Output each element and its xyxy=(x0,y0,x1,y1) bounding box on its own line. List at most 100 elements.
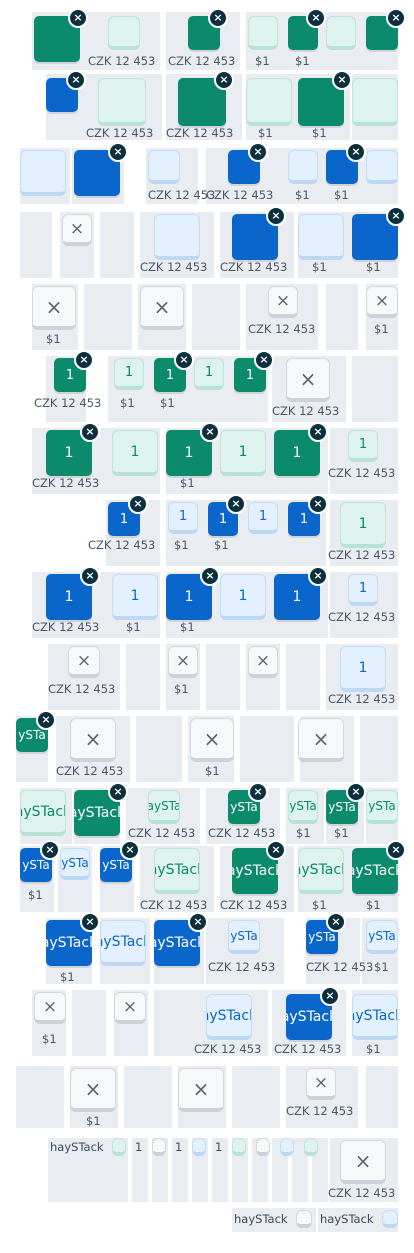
close-icon[interactable]: × xyxy=(80,912,100,932)
close-icon[interactable]: × xyxy=(214,70,234,90)
product-tile[interactable]: 1 xyxy=(114,358,144,390)
image-tile[interactable] xyxy=(280,1138,294,1156)
image-tile[interactable] xyxy=(256,1138,270,1156)
product-tile[interactable]: 1 xyxy=(340,646,386,692)
product-tile[interactable]: 1 xyxy=(194,358,224,390)
close-icon[interactable]: × xyxy=(174,350,194,370)
close-icon[interactable]: × xyxy=(308,422,328,442)
image-tile[interactable] xyxy=(98,78,146,126)
image-tile[interactable] xyxy=(154,214,200,260)
product-tile[interactable]: aySTa xyxy=(148,790,180,824)
image-tile[interactable] xyxy=(148,150,180,184)
close-icon[interactable]: × xyxy=(346,782,366,802)
product-tile[interactable]: ySTa xyxy=(366,790,398,824)
product-tile[interactable]: 1 xyxy=(248,502,278,534)
close-icon[interactable]: × xyxy=(226,494,246,514)
empty-tile[interactable]: × xyxy=(190,718,234,762)
close-icon[interactable]: × xyxy=(266,840,286,860)
product-tile[interactable]: ySTa xyxy=(228,920,260,954)
image-tile[interactable] xyxy=(288,150,318,184)
product-tile[interactable]: 1 xyxy=(220,430,266,476)
image-tile[interactable] xyxy=(20,150,66,196)
product-tile[interactable]: 1 xyxy=(348,574,378,606)
close-icon[interactable]: × xyxy=(386,206,406,226)
close-icon[interactable]: × xyxy=(306,8,326,28)
empty-tile[interactable]: × xyxy=(366,286,398,318)
close-icon[interactable]: × xyxy=(36,710,56,730)
empty-tile[interactable]: × xyxy=(140,286,184,330)
empty-tile[interactable]: × xyxy=(70,718,116,762)
close-icon[interactable]: × xyxy=(108,782,128,802)
close-icon[interactable]: × xyxy=(386,8,406,28)
product-tile[interactable]: 1 xyxy=(220,574,266,620)
product-tile[interactable]: ySTa xyxy=(288,790,318,824)
close-icon[interactable]: × xyxy=(386,840,406,860)
close-icon[interactable]: × xyxy=(346,142,366,162)
product-tile[interactable]: aySTack xyxy=(20,790,66,836)
empty-tile[interactable]: × xyxy=(286,358,330,402)
close-icon[interactable]: × xyxy=(266,206,286,226)
image-tile[interactable] xyxy=(296,1210,312,1228)
product-tile[interactable]: aySTack xyxy=(100,920,146,966)
empty-tile[interactable]: × xyxy=(168,646,198,678)
close-icon[interactable]: × xyxy=(308,566,328,586)
close-icon[interactable]: × xyxy=(248,142,268,162)
product-tile[interactable]: aySTack xyxy=(298,848,344,894)
close-icon[interactable]: × xyxy=(320,986,340,1006)
image-tile[interactable] xyxy=(366,150,398,184)
product-tile[interactable]: ySTa xyxy=(60,848,90,880)
close-icon[interactable]: × xyxy=(188,912,208,932)
empty-tile[interactable]: × xyxy=(62,214,92,246)
image-tile[interactable] xyxy=(248,16,278,50)
image-tile[interactable] xyxy=(246,78,292,126)
empty-tile[interactable]: × xyxy=(68,646,100,678)
close-icon[interactable]: × xyxy=(120,840,140,860)
empty-tile[interactable]: × xyxy=(178,1068,224,1112)
product-tile[interactable]: aySTack xyxy=(154,848,200,894)
image-tile[interactable] xyxy=(108,16,140,50)
close-icon[interactable]: × xyxy=(68,8,88,28)
image-tile[interactable] xyxy=(352,78,398,126)
image-tile[interactable] xyxy=(326,16,356,50)
close-icon[interactable]: × xyxy=(254,350,274,370)
empty-tile[interactable]: × xyxy=(32,286,76,330)
product-tile[interactable]: 1 xyxy=(348,430,378,462)
product-tile[interactable]: aySTack xyxy=(206,994,252,1040)
empty-tile[interactable]: × xyxy=(248,646,278,678)
close-icon[interactable]: × xyxy=(66,70,86,90)
close-icon[interactable]: × xyxy=(80,566,100,586)
empty-tile[interactable]: × xyxy=(268,286,298,318)
image-tile[interactable] xyxy=(192,1138,206,1156)
empty-tile[interactable]: × xyxy=(114,992,146,1024)
product-tile[interactable]: 1 xyxy=(168,502,198,534)
product-tile[interactable]: 1 xyxy=(112,430,158,476)
close-icon[interactable]: × xyxy=(208,8,228,28)
empty-tile[interactable]: × xyxy=(70,1068,116,1112)
close-icon[interactable]: × xyxy=(128,494,148,514)
tile-label: aySTack xyxy=(352,863,398,879)
image-tile[interactable] xyxy=(304,1138,318,1156)
close-icon[interactable]: × xyxy=(74,350,94,370)
close-icon[interactable]: × xyxy=(332,70,352,90)
empty-tile[interactable]: × xyxy=(298,718,344,762)
close-icon[interactable]: × xyxy=(200,422,220,442)
close-icon[interactable]: × xyxy=(200,566,220,586)
empty-tile[interactable]: × xyxy=(306,1068,336,1100)
image-tile[interactable] xyxy=(298,214,344,260)
close-icon[interactable]: × xyxy=(80,422,100,442)
close-icon[interactable]: × xyxy=(40,840,60,860)
close-icon[interactable]: × xyxy=(248,782,268,802)
image-tile[interactable] xyxy=(232,1138,246,1156)
image-tile[interactable] xyxy=(112,1138,126,1156)
product-tile[interactable]: aySTack xyxy=(352,994,398,1040)
product-tile[interactable]: 1 xyxy=(340,502,386,548)
product-tile[interactable]: ySTa xyxy=(366,920,398,954)
image-tile[interactable] xyxy=(152,1138,166,1156)
empty-tile[interactable]: × xyxy=(340,1140,386,1184)
close-icon[interactable]: × xyxy=(308,494,328,514)
empty-tile[interactable]: × xyxy=(34,992,66,1024)
image-tile[interactable] xyxy=(382,1210,398,1228)
product-tile[interactable]: 1 xyxy=(112,574,158,620)
close-icon[interactable]: × xyxy=(326,912,346,932)
close-icon[interactable]: × xyxy=(108,142,128,162)
